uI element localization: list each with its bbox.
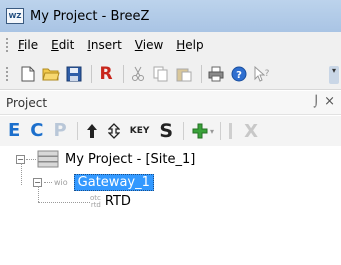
tree-node-label[interactable]: RTD	[105, 194, 131, 209]
main-toolbar: R ? ? ▾	[0, 58, 341, 90]
r-button[interactable]: R	[96, 64, 116, 84]
menu-insert[interactable]: Insert	[87, 38, 121, 52]
context-help-button[interactable]: ?	[252, 64, 272, 84]
tree-node-project[interactable]: − My Project - [Site_1]	[16, 150, 195, 168]
wio-tag: wio	[54, 178, 68, 187]
panel-title: Project	[6, 95, 48, 110]
window-title: My Project - BreeZ	[30, 8, 150, 24]
menu-help[interactable]: Help	[176, 38, 203, 52]
project-toolbar: E C P KEY S ▾ X	[0, 116, 341, 146]
delete-button[interactable]: X	[244, 121, 258, 142]
cut-button[interactable]	[128, 64, 148, 84]
context-help-icon: ?	[254, 65, 270, 82]
toolbar-separator	[91, 64, 92, 83]
tree-node-gateway[interactable]: − wio Gateway_1	[33, 174, 154, 191]
tree-connector	[38, 186, 39, 202]
toolbar-separator	[183, 122, 185, 140]
tree-connector	[44, 182, 52, 183]
toolbar-separator	[220, 122, 222, 140]
s-button[interactable]: S	[159, 121, 173, 141]
copy-icon	[153, 66, 168, 81]
menu-file[interactable]: File	[18, 38, 38, 52]
plus-icon	[192, 123, 208, 139]
tree-node-label[interactable]: My Project - [Site_1]	[65, 152, 195, 167]
rtd-tag-icon: otc rtd	[90, 193, 101, 209]
tree-connector	[26, 158, 36, 160]
arrow-updown-icon	[107, 123, 120, 139]
title-bar: WZ My Project - BreeZ	[0, 0, 341, 32]
paste-button[interactable]	[174, 64, 194, 84]
print-button[interactable]	[206, 64, 226, 84]
c-button[interactable]: C	[30, 122, 43, 140]
project-tree: − My Project - [Site_1] − wio Gateway_1 …	[0, 146, 341, 265]
menu-bar: File Edit Insert View Help	[0, 32, 341, 58]
new-file-icon	[21, 66, 35, 81]
svg-text:?: ?	[265, 69, 270, 79]
cut-icon	[132, 66, 144, 81]
new-file-button[interactable]	[18, 64, 38, 84]
move-updown-button[interactable]	[107, 123, 120, 139]
menu-edit[interactable]: Edit	[51, 38, 74, 52]
help-icon: ?	[231, 66, 247, 81]
move-up-button[interactable]	[86, 123, 98, 139]
save-button[interactable]	[64, 64, 84, 84]
tree-node-label[interactable]: Gateway_1	[73, 174, 154, 191]
p-button[interactable]: P	[54, 122, 67, 140]
toolbar-separator	[201, 64, 202, 83]
menu-view[interactable]: View	[135, 38, 163, 52]
menubar-grip[interactable]	[6, 38, 10, 52]
project-panel-header: Project ⌡ ×	[0, 91, 341, 115]
toolbar-separator	[123, 64, 124, 83]
tree-connector	[38, 202, 90, 203]
r-icon: R	[99, 63, 113, 84]
open-folder-icon	[42, 68, 60, 80]
pin-icon[interactable]: ⌡	[313, 95, 319, 108]
copy-button[interactable]	[151, 64, 171, 84]
close-icon[interactable]: ×	[324, 94, 335, 109]
toolbar-overflow-button[interactable]: ▾	[329, 66, 339, 84]
tree-connector	[21, 163, 22, 185]
server-icon	[37, 150, 59, 168]
toolbar-grip[interactable]	[6, 66, 10, 81]
toolbar-separator	[76, 122, 78, 140]
app-icon: WZ	[6, 8, 24, 24]
e-button[interactable]: E	[8, 122, 20, 140]
chevron-down-icon: ▾	[210, 126, 215, 136]
paste-icon	[176, 68, 192, 81]
add-button[interactable]: ▾	[192, 123, 214, 139]
tree-node-rtd[interactable]: otc rtd RTD	[90, 194, 131, 209]
help-button[interactable]: ?	[229, 64, 249, 84]
key-button[interactable]: KEY	[130, 126, 150, 136]
arrow-up-icon	[86, 124, 97, 138]
save-icon	[66, 66, 82, 81]
open-button[interactable]	[41, 64, 61, 84]
print-icon	[208, 66, 224, 81]
svg-text:?: ?	[236, 70, 242, 81]
bar-button[interactable]	[229, 123, 233, 139]
